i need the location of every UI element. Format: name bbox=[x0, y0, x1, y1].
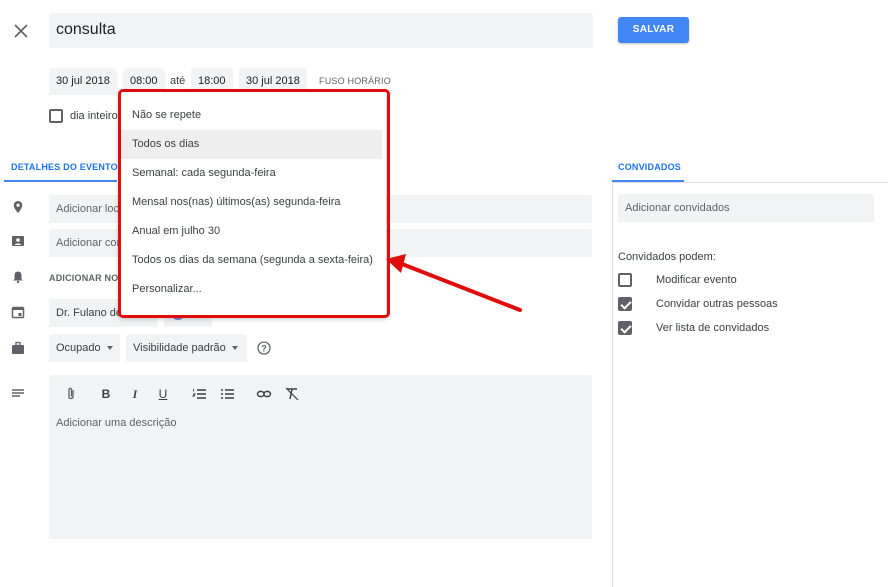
help-icon[interactable]: ? bbox=[257, 341, 271, 355]
tab-guests[interactable]: CONVIDADOS bbox=[618, 162, 681, 172]
underline-icon[interactable]: U bbox=[155, 386, 171, 402]
link-icon[interactable] bbox=[256, 386, 272, 402]
add-guests-input[interactable]: Adicionar convidados bbox=[618, 194, 874, 222]
perm-modify-checkbox[interactable] bbox=[618, 273, 632, 287]
description-icon bbox=[12, 389, 24, 397]
save-button[interactable]: SALVAR bbox=[618, 17, 689, 43]
chevron-down-icon bbox=[106, 346, 113, 351]
numbered-list-icon[interactable] bbox=[192, 386, 208, 402]
clear-format-icon[interactable] bbox=[284, 386, 300, 402]
tab-event-details[interactable]: DETALHES DO EVENTO bbox=[11, 162, 118, 172]
perm-invite-label: Convidar outras pessoas bbox=[656, 298, 778, 310]
bulleted-list-icon[interactable] bbox=[220, 386, 236, 402]
status-select[interactable]: Ocupado bbox=[49, 334, 120, 362]
event-title-input[interactable]: consulta bbox=[49, 13, 593, 48]
bell-icon bbox=[13, 271, 23, 284]
close-icon[interactable] bbox=[12, 22, 30, 40]
conference-icon bbox=[12, 236, 24, 246]
italic-icon[interactable]: I bbox=[127, 386, 143, 402]
visibility-select[interactable]: Visibilidade padrão bbox=[126, 334, 247, 362]
status-select-value: Ocupado bbox=[56, 342, 101, 354]
perm-invite-checkbox[interactable] bbox=[618, 297, 632, 311]
tab-details-indicator bbox=[4, 180, 117, 182]
perm-see-list-label: Ver lista de convidados bbox=[656, 322, 770, 334]
description-placeholder: Adicionar uma descrição bbox=[56, 417, 177, 429]
perm-modify-label: Modificar evento bbox=[656, 274, 737, 286]
location-icon bbox=[13, 201, 23, 213]
annotation-highlight-box bbox=[118, 89, 390, 318]
all-day-label: dia inteiro bbox=[70, 110, 118, 122]
bold-icon[interactable]: B bbox=[98, 386, 114, 402]
chevron-down-icon bbox=[231, 346, 238, 351]
start-date-field[interactable]: 30 jul 2018 bbox=[49, 68, 117, 95]
perm-see-list-checkbox[interactable] bbox=[618, 321, 632, 335]
svg-text:?: ? bbox=[261, 343, 267, 353]
visibility-select-value: Visibilidade padrão bbox=[133, 342, 226, 354]
guests-permissions-title: Convidados podem: bbox=[618, 251, 716, 263]
attach-icon[interactable] bbox=[63, 386, 79, 402]
annotation-arrow-icon bbox=[386, 254, 522, 312]
guests-panel bbox=[612, 182, 888, 587]
all-day-checkbox[interactable] bbox=[49, 109, 63, 123]
briefcase-icon bbox=[12, 341, 24, 354]
calendar-icon bbox=[11, 306, 25, 319]
